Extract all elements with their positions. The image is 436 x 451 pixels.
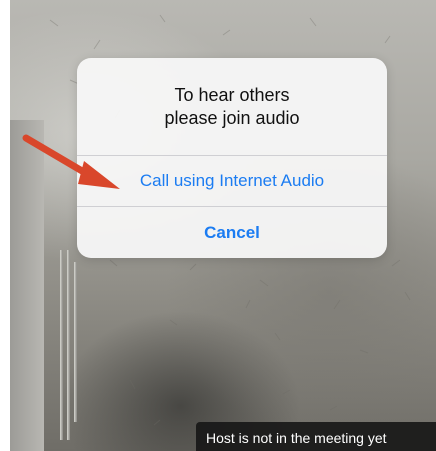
metal-bar (67, 250, 70, 440)
metal-bar (60, 250, 63, 440)
dialog-title-line1: To hear others (174, 85, 290, 105)
dialog-title-line2: please join audio (164, 108, 300, 128)
call-internet-audio-button[interactable]: Call using Internet Audio (77, 156, 387, 206)
join-audio-dialog: To hear others please join audio Call us… (77, 58, 387, 258)
host-status-banner: Host is not in the meeting yet (196, 422, 436, 451)
arrow-icon (22, 134, 120, 189)
cancel-button[interactable]: Cancel (77, 207, 387, 258)
dialog-title: To hear others please join audio (77, 84, 387, 130)
metal-bar (74, 262, 77, 422)
